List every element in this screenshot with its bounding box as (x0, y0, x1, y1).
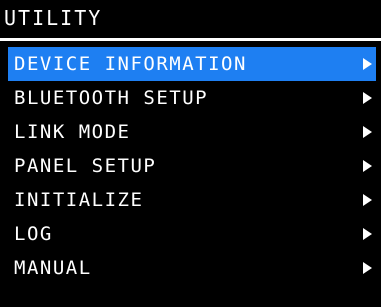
chevron-right-icon (363, 92, 372, 104)
menu-item-label: MANUAL (14, 257, 92, 279)
menu-item-label: BLUETOOTH SETUP (14, 87, 209, 109)
menu-item-panel-setup[interactable]: PANEL SETUP (8, 149, 376, 183)
menu-item-link-mode[interactable]: LINK MODE (8, 115, 376, 149)
menu-item-initialize[interactable]: INITIALIZE (8, 183, 376, 217)
chevron-right-icon (363, 228, 372, 240)
title-divider (0, 38, 381, 41)
utility-menu: DEVICE INFORMATION BLUETOOTH SETUP LINK … (8, 47, 376, 285)
menu-item-bluetooth-setup[interactable]: BLUETOOTH SETUP (8, 81, 376, 115)
screen-title: UTILITY (4, 6, 103, 30)
menu-item-label: PANEL SETUP (14, 155, 157, 177)
menu-item-label: INITIALIZE (14, 189, 144, 211)
menu-item-device-information[interactable]: DEVICE INFORMATION (8, 47, 376, 81)
chevron-right-icon (363, 194, 372, 206)
menu-item-label: LOG (14, 223, 53, 245)
menu-item-manual[interactable]: MANUAL (8, 251, 376, 285)
chevron-right-icon (363, 58, 372, 70)
chevron-right-icon (363, 262, 372, 274)
chevron-right-icon (363, 126, 372, 138)
menu-item-label: DEVICE INFORMATION (14, 53, 247, 75)
chevron-right-icon (363, 160, 372, 172)
utility-screen: UTILITY DEVICE INFORMATION BLUETOOTH SET… (0, 0, 381, 307)
menu-item-log[interactable]: LOG (8, 217, 376, 251)
menu-item-label: LINK MODE (14, 121, 131, 143)
